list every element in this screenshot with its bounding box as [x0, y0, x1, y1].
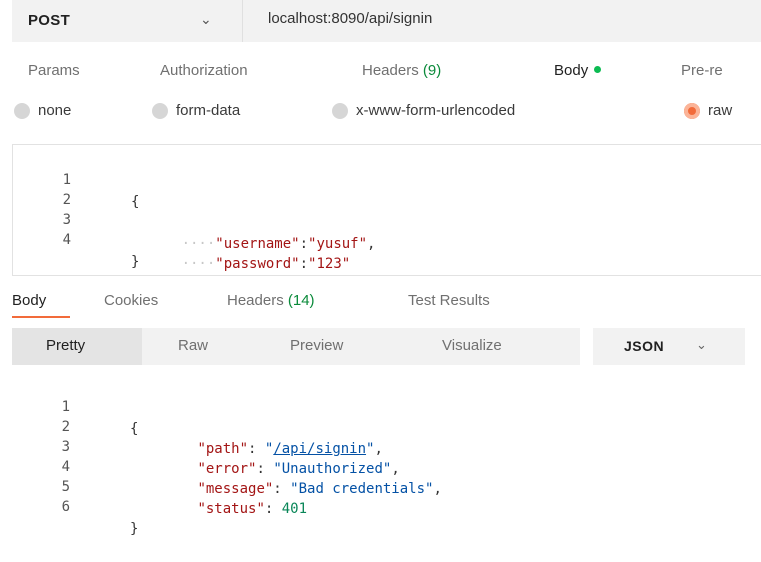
code-line: 2 "path": "/api/signin", — [12, 394, 383, 457]
tab-headers-label: Headers — [362, 62, 419, 79]
response-tab-headers[interactable]: Headers (14) — [227, 292, 315, 309]
format-select[interactable] — [593, 328, 745, 365]
code-line: 4 } — [13, 207, 140, 270]
radio-raw[interactable]: raw — [684, 102, 732, 119]
view-raw-button[interactable]: Raw — [178, 337, 208, 354]
chevron-down-icon[interactable]: ⌄ — [200, 11, 212, 28]
code-line: 1 { — [13, 147, 140, 210]
line-number: 1 — [62, 172, 71, 188]
divider — [242, 0, 243, 42]
line-number: 3 — [62, 212, 71, 228]
radio-label: raw — [708, 102, 733, 119]
line-number: 2 — [62, 192, 71, 208]
line-number: 4 — [62, 232, 71, 248]
line-number: 4 — [61, 459, 70, 475]
radio-urlencoded[interactable]: x-www-form-urlencoded — [332, 102, 515, 119]
line-number: 1 — [61, 399, 70, 415]
path-link[interactable]: /api/signin — [273, 441, 366, 457]
radio-label: form-data — [176, 102, 241, 119]
tab-body-label: Body — [554, 62, 589, 79]
line-number: 5 — [61, 479, 70, 495]
radio-circle-icon — [152, 102, 168, 119]
code-line: 3 "error": "Unauthorized", — [12, 414, 400, 477]
line-number: 2 — [61, 419, 70, 435]
radio-form-data[interactable]: form-data — [152, 102, 240, 119]
close-brace: } — [130, 521, 139, 537]
response-tab-body[interactable]: Body — [12, 292, 46, 309]
active-tab-underline — [12, 316, 70, 318]
response-tab-cookies[interactable]: Cookies — [104, 292, 158, 309]
format-label: JSON — [624, 338, 665, 354]
tab-authorization[interactable]: Authorization — [160, 62, 248, 79]
request-body-editor[interactable]: 1 { 2 ····"username":"yusuf", 3 ····"pas… — [12, 144, 761, 276]
response-tab-headers-label: Headers — [227, 292, 284, 309]
line-number: 6 — [61, 499, 70, 515]
radio-none[interactable]: none — [14, 102, 71, 119]
tab-params[interactable]: Params — [28, 62, 80, 79]
status-value: 401 — [281, 501, 308, 517]
radio-circle-icon — [332, 102, 348, 119]
tab-body[interactable]: Body — [554, 62, 602, 79]
view-pretty-button[interactable]: Pretty — [46, 337, 85, 354]
view-visualize-button[interactable]: Visualize — [442, 337, 502, 354]
response-body: 1 { 2 "path": "/api/signin", 3 "error": … — [12, 372, 761, 537]
open-brace: { — [130, 421, 139, 437]
radio-circle-icon — [14, 102, 30, 119]
tab-prerequest[interactable]: Pre-re — [681, 62, 723, 79]
view-preview-button[interactable]: Preview — [290, 337, 343, 354]
error-key: "error" — [197, 461, 257, 477]
url-input[interactable]: localhost:8090/api/signin — [268, 10, 432, 27]
code-line: 2 ····"username":"yusuf", — [13, 167, 376, 252]
radio-label: none — [38, 102, 72, 119]
status-dot-icon — [594, 66, 602, 73]
close-brace: } — [131, 254, 140, 270]
method-select[interactable]: POST — [28, 12, 70, 29]
error-value: "Unauthorized" — [273, 461, 392, 477]
code-line: 4 "message": "Bad credentials", — [12, 434, 442, 497]
code-line: 5 "status": 401 — [12, 454, 307, 517]
tab-headers[interactable]: Headers (9) — [362, 62, 441, 79]
line-number: 3 — [61, 439, 70, 455]
headers-count: (9) — [422, 62, 442, 79]
status-key: "status" — [197, 501, 265, 517]
message-value: "Bad credentials" — [290, 481, 434, 497]
open-brace: { — [131, 194, 140, 210]
path-key: "path" — [197, 441, 249, 457]
password-value: "123" — [308, 256, 351, 272]
code-line: 1 { — [12, 374, 139, 437]
message-key: "message" — [197, 481, 274, 497]
code-line: 3 ····"password":"123" — [13, 187, 351, 272]
response-tab-test-results[interactable]: Test Results — [408, 292, 490, 309]
chevron-down-icon[interactable]: ⌄ — [696, 337, 707, 353]
code-line: 6 } — [12, 474, 139, 537]
indent-dots: ···· — [181, 256, 216, 272]
radio-label: x-www-form-urlencoded — [356, 102, 516, 119]
password-key: "password" — [215, 256, 300, 272]
response-headers-count: (14) — [287, 292, 315, 309]
radio-selected-icon — [684, 102, 700, 119]
